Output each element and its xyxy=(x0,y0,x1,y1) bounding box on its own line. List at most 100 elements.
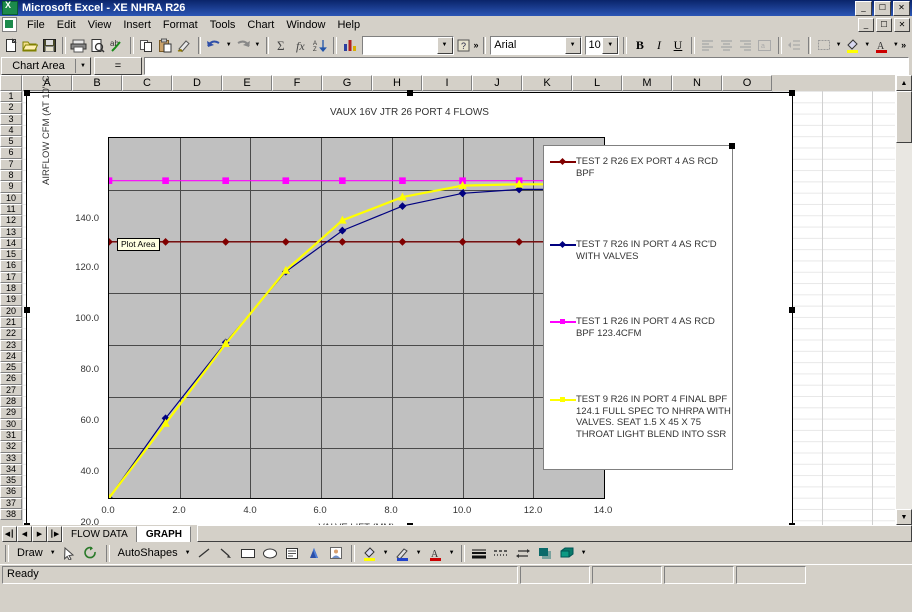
row-header[interactable]: 8 xyxy=(0,170,22,182)
doc-restore-button[interactable]: ☐ xyxy=(876,17,892,32)
plot-area[interactable]: Plot Area xyxy=(108,137,605,499)
row-header[interactable]: 37 xyxy=(0,497,22,509)
print-preview-icon[interactable] xyxy=(89,35,107,55)
chart-legend[interactable]: TEST 2 R26 EX PORT 4 AS RCD BPF TEST 7 R… xyxy=(543,143,735,470)
vertical-scroll-track[interactable] xyxy=(896,143,912,509)
column-header-b[interactable]: B xyxy=(72,75,122,91)
row-header[interactable]: 12 xyxy=(0,215,22,227)
fill-color-icon[interactable] xyxy=(844,35,862,55)
font-size-combo[interactable]: 10 ▼ xyxy=(584,35,620,55)
row-header[interactable]: 11 xyxy=(0,203,22,216)
row-header[interactable]: 6 xyxy=(0,147,22,159)
undo-dropdown-arrow[interactable]: ▼ xyxy=(224,35,233,55)
row-header[interactable]: 10 xyxy=(0,192,22,204)
chart-wizard-icon[interactable] xyxy=(341,35,359,55)
font-size-dropdown-arrow[interactable]: ▼ xyxy=(602,36,619,54)
horizontal-scrollbar[interactable] xyxy=(196,525,912,542)
menu-item-format[interactable]: Format xyxy=(157,18,204,32)
column-header-e[interactable]: E xyxy=(222,75,272,91)
data-point-2-1[interactable] xyxy=(162,177,169,184)
select-objects-icon[interactable] xyxy=(59,543,80,563)
clip-art-icon[interactable] xyxy=(326,543,347,563)
column-header-d[interactable]: D xyxy=(172,75,222,91)
more-buttons-formatting[interactable]: » xyxy=(901,40,906,50)
scroll-up-button[interactable]: ▲ xyxy=(896,75,912,91)
row-header[interactable]: 23 xyxy=(0,339,22,351)
menu-item-edit[interactable]: Edit xyxy=(51,18,82,32)
borders-dropdown-arrow[interactable]: ▼ xyxy=(834,35,843,55)
sheet-tab-flow-data[interactable]: FLOW DATA xyxy=(62,525,137,542)
new-icon[interactable] xyxy=(2,35,20,55)
prev-sheet-button[interactable]: ◀ xyxy=(17,525,32,542)
chart-handle-tc[interactable] xyxy=(407,90,413,96)
column-header-l[interactable]: L xyxy=(572,75,622,91)
menu-item-view[interactable]: View xyxy=(82,18,118,32)
row-header[interactable]: 13 xyxy=(0,226,22,238)
save-icon[interactable] xyxy=(40,35,58,55)
chart-handle-bc[interactable] xyxy=(407,523,413,525)
font-color-icon[interactable]: A xyxy=(873,35,891,55)
row-header[interactable]: 31 xyxy=(0,429,22,442)
doc-close-button[interactable]: ✕ xyxy=(894,17,910,32)
vertical-scroll-thumb[interactable] xyxy=(896,91,912,143)
row-header[interactable]: 3 xyxy=(0,113,22,125)
column-header-n[interactable]: N xyxy=(672,75,722,91)
row-header[interactable]: 36 xyxy=(0,486,22,498)
row-header[interactable]: 15 xyxy=(0,249,22,261)
legend-entry-2[interactable]: TEST 1 R26 IN PORT 4 AS RCD BPF 123.4CFM xyxy=(550,316,734,339)
draw-dropdown-arrow[interactable]: ▼ xyxy=(48,543,58,563)
bold-button[interactable]: B xyxy=(631,35,649,55)
line-color-icon[interactable] xyxy=(392,543,413,563)
data-point-0-5[interactable] xyxy=(398,237,407,246)
data-point-2-2[interactable] xyxy=(222,177,229,184)
chart-handle-ml[interactable] xyxy=(24,307,30,313)
menu-item-window[interactable]: Window xyxy=(280,18,331,32)
row-header[interactable]: 18 xyxy=(0,283,22,295)
data-point-2-4[interactable] xyxy=(339,177,346,184)
undo-icon[interactable] xyxy=(205,35,223,55)
column-header-c[interactable]: C xyxy=(122,75,172,91)
name-box[interactable]: Chart Area ▼ xyxy=(1,56,91,75)
row-header[interactable]: 4 xyxy=(0,124,22,137)
autosum-icon[interactable]: Σ xyxy=(273,35,291,55)
first-sheet-button[interactable]: ◀┃ xyxy=(2,525,17,542)
legend-entry-1[interactable]: TEST 7 R26 IN PORT 4 AS RC'D WITH VALVES xyxy=(550,239,734,262)
oval-icon[interactable] xyxy=(260,543,281,563)
legend-handle-tr[interactable] xyxy=(729,143,735,149)
cells-region[interactable]: VAUX 16V JTR 26 PORT 4 FLOWS 140.0 120.0… xyxy=(22,75,912,525)
data-point-2-0[interactable] xyxy=(109,177,113,184)
chart-series-svg[interactable] xyxy=(109,138,604,498)
row-header[interactable]: 17 xyxy=(0,271,22,284)
formula-equals-button[interactable]: = xyxy=(94,56,142,75)
print-icon[interactable] xyxy=(70,35,88,55)
menu-item-tools[interactable]: Tools xyxy=(204,18,242,32)
underline-button[interactable]: U xyxy=(669,35,687,55)
column-header-f[interactable]: F xyxy=(272,75,322,91)
italic-button[interactable]: I xyxy=(650,35,668,55)
draw-menu-button[interactable]: Draw xyxy=(13,547,47,559)
decrease-indent-icon[interactable] xyxy=(786,35,804,55)
more-buttons-standard[interactable]: » xyxy=(474,40,479,50)
chart-handle-tl[interactable] xyxy=(24,90,30,96)
next-sheet-button[interactable]: ▶ xyxy=(32,525,47,542)
data-point-0-1[interactable] xyxy=(161,237,170,246)
free-rotate-icon[interactable] xyxy=(81,543,102,563)
row-header[interactable]: 19 xyxy=(0,294,22,306)
row-header[interactable]: 9 xyxy=(0,181,22,193)
sort-ascending-icon[interactable]: AZ xyxy=(311,35,329,55)
data-point-2-5[interactable] xyxy=(399,177,406,184)
row-header[interactable]: 26 xyxy=(0,373,22,385)
font-color-icon[interactable]: A xyxy=(425,543,446,563)
row-header[interactable]: 2 xyxy=(0,102,22,114)
align-left-icon[interactable] xyxy=(699,35,717,55)
menu-item-file[interactable]: File xyxy=(21,18,51,32)
restore-button[interactable]: ☐ xyxy=(874,0,891,16)
close-button[interactable]: ✕ xyxy=(893,0,910,16)
formula-input[interactable] xyxy=(144,56,909,75)
row-header[interactable]: 14 xyxy=(0,237,22,250)
row-header[interactable]: 25 xyxy=(0,362,22,374)
sheet-tab-graph[interactable]: GRAPH xyxy=(136,525,191,542)
series-line-1[interactable] xyxy=(109,188,580,498)
autoshapes-menu-button[interactable]: AutoShapes xyxy=(114,547,182,559)
name-box-dropdown-arrow[interactable]: ▼ xyxy=(75,58,90,73)
